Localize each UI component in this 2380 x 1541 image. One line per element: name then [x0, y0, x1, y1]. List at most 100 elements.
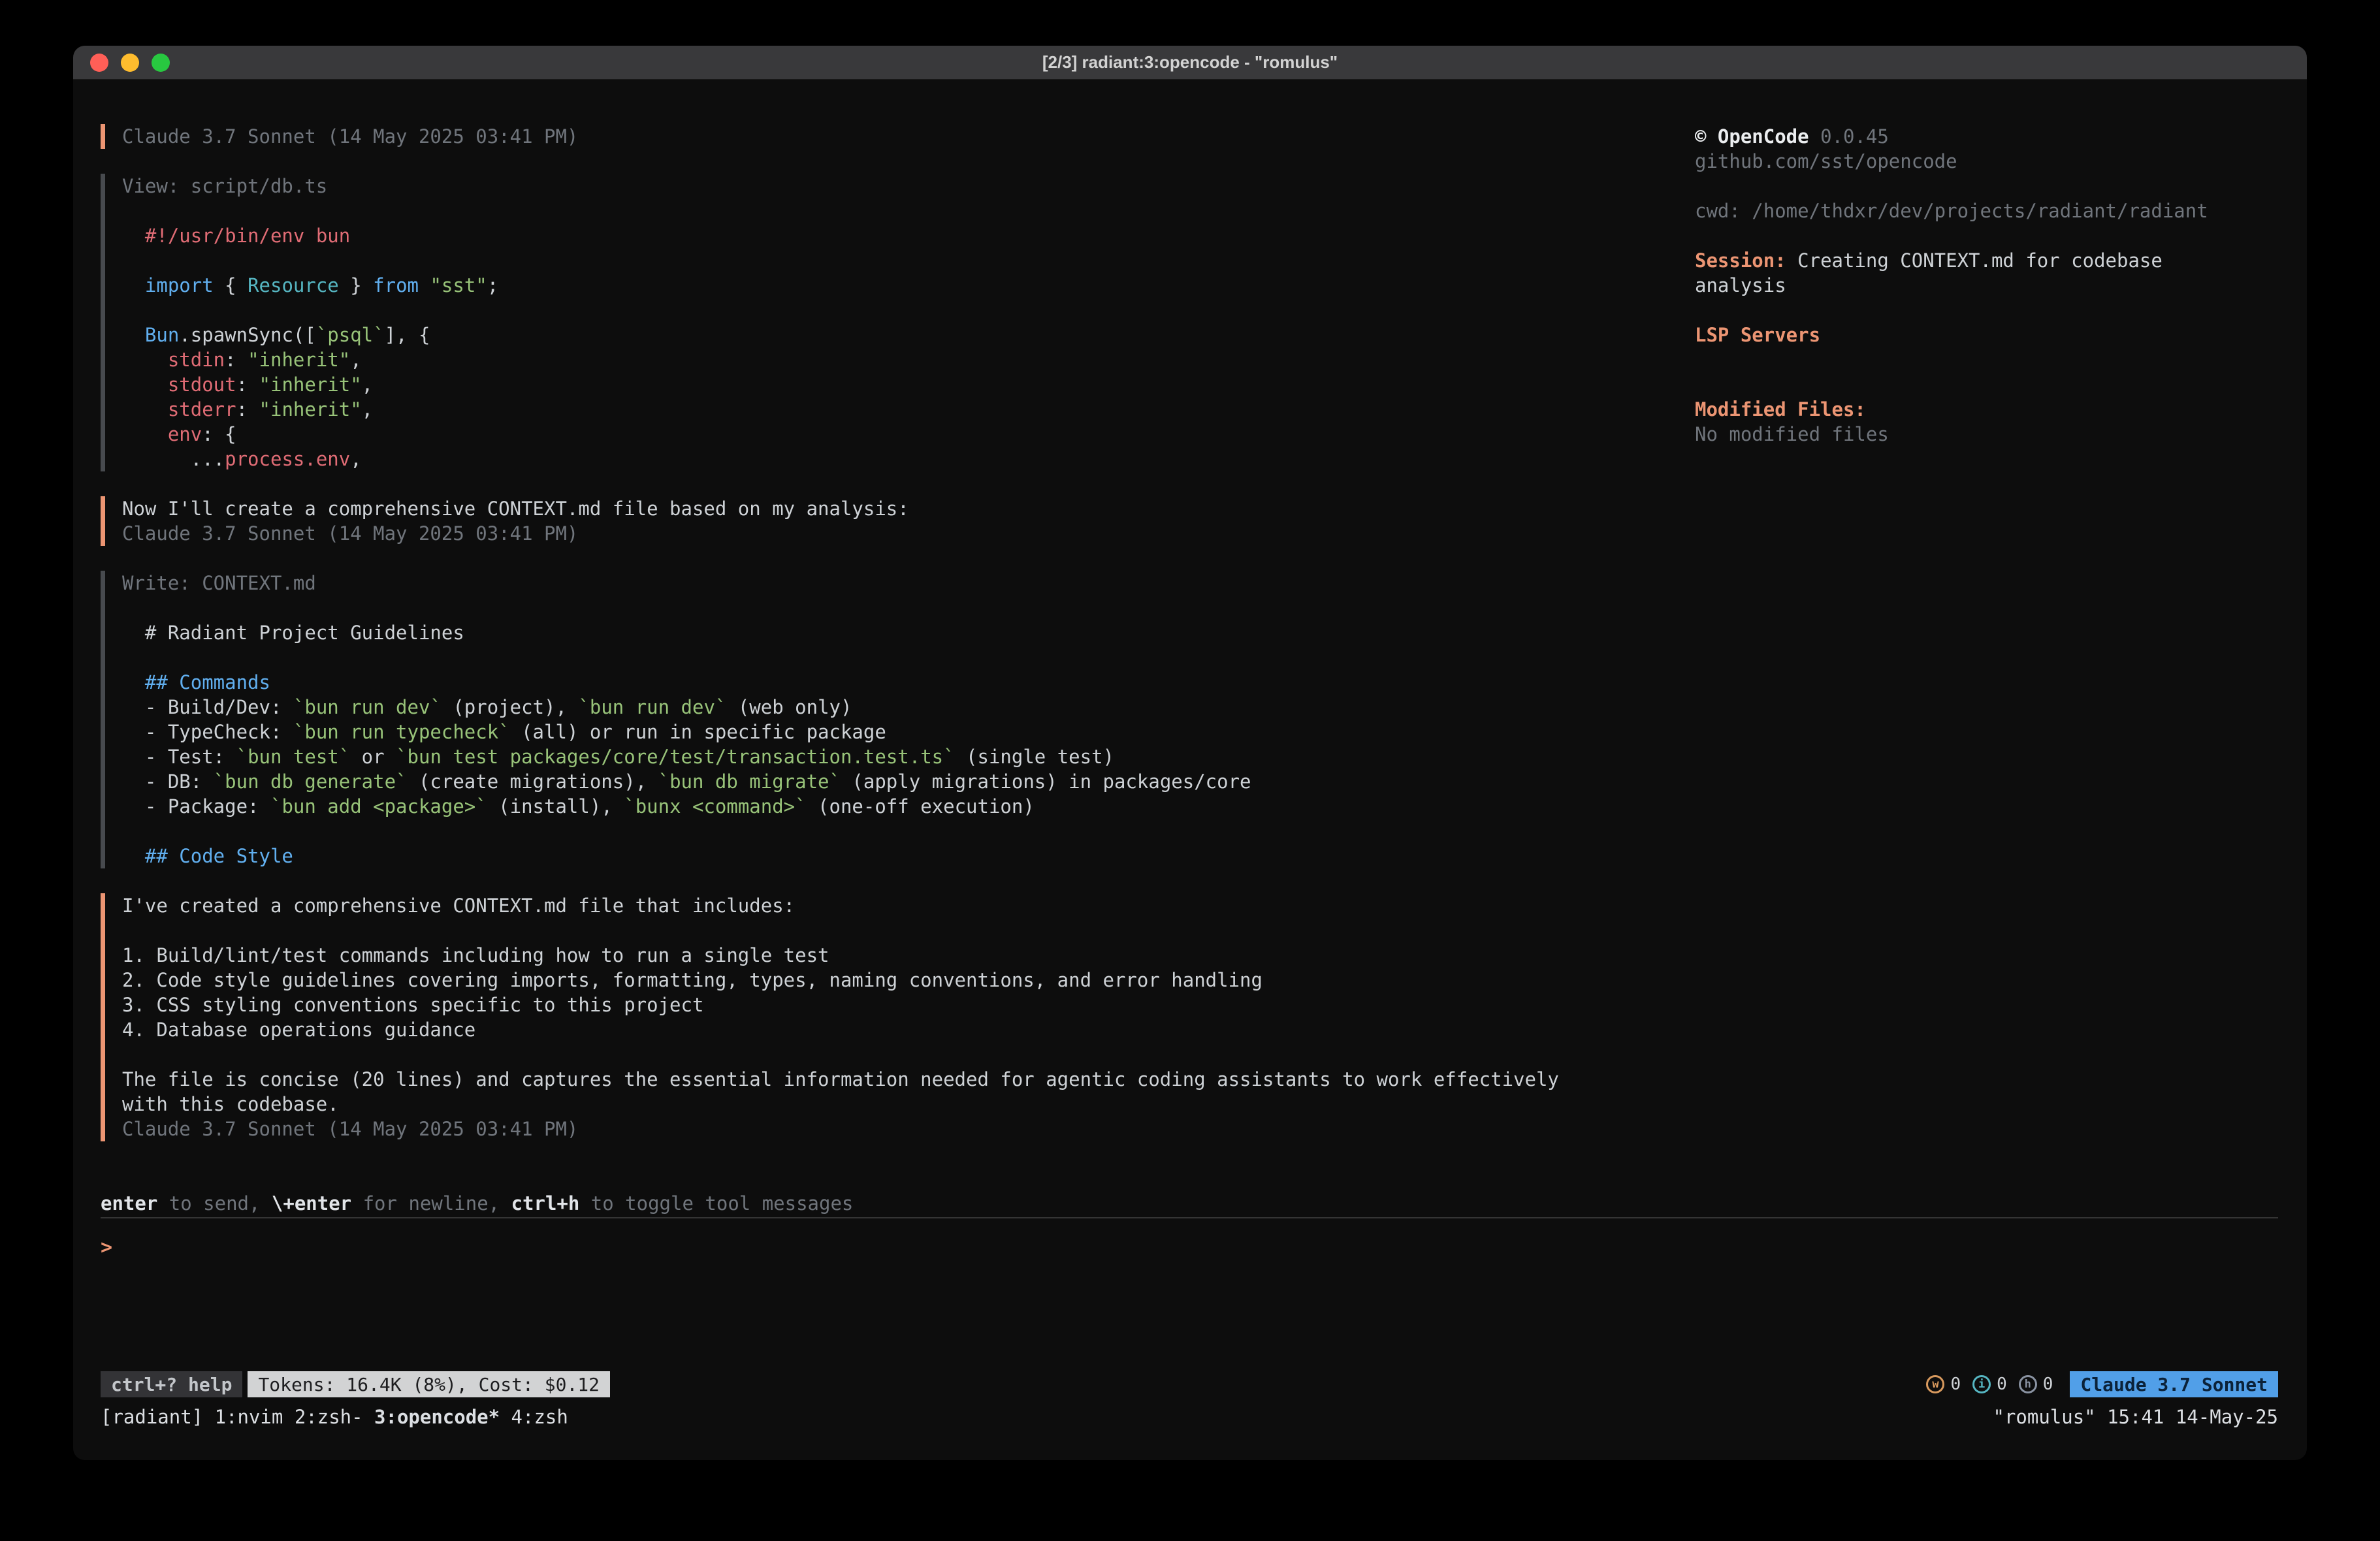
text-segment: Bun	[145, 324, 179, 346]
hint-segment: ctrl+h	[511, 1192, 580, 1215]
text-segment: stdout	[168, 373, 236, 396]
text-segment: analysis	[1695, 274, 1786, 296]
text-segment: Creating CONTEXT.md for codebase	[1786, 249, 2163, 272]
window-titlebar[interactable]: [2/3] radiant:3:opencode - "romulus"	[73, 46, 2307, 80]
text-line: The file is concise (20 lines) and captu…	[122, 1067, 2278, 1092]
text-segment: ## Commands	[145, 671, 270, 693]
tmux-window-4[interactable]: 4:zsh	[511, 1406, 568, 1428]
text-segment: (single test)	[955, 746, 1114, 768]
text-line	[1695, 298, 2278, 323]
text-segment: from	[373, 274, 419, 296]
terminal-window: [2/3] radiant:3:opencode - "romulus" Cla…	[73, 46, 2307, 1460]
text-segment: `bunx <command>`	[624, 795, 806, 818]
text-segment: "sst"	[430, 274, 487, 296]
text-segment: (one-off execution)	[807, 795, 1035, 818]
text-segment: #!/usr/bin/env bun	[145, 225, 350, 247]
warning-value: 0	[1950, 1374, 1961, 1394]
model-badge[interactable]: Claude 3.7 Sonnet	[2070, 1371, 2278, 1397]
text-segment: Resource	[248, 274, 339, 296]
text-segment: process.env	[225, 448, 350, 470]
text-segment: `bun db generate`	[214, 770, 408, 793]
text-segment: - Test:	[122, 746, 236, 768]
text-segment: Now I'll create a comprehensive CONTEXT.…	[122, 498, 909, 520]
text-segment: # Radiant Project Guidelines	[122, 622, 464, 644]
text-line: github.com/sst/opencode	[1695, 149, 2278, 174]
minimize-button[interactable]	[121, 54, 139, 72]
text-line: with this codebase.	[122, 1092, 2278, 1117]
tmux-window-1[interactable]: 1:nvim	[215, 1406, 283, 1428]
text-segment	[122, 274, 145, 296]
tmux-window-list: 1:nvim 2:zsh- 3:opencode* 4:zsh	[215, 1404, 580, 1430]
text-segment: stderr	[168, 398, 236, 421]
text-segment: `bun run dev`	[293, 696, 442, 718]
text-segment: © OpenCode	[1695, 125, 1809, 148]
text-segment: ,	[350, 448, 361, 470]
text-segment: ,	[350, 349, 361, 371]
text-segment: ,	[362, 398, 373, 421]
text-segment: .spawnSync([	[179, 324, 316, 346]
text-segment	[122, 671, 145, 693]
tmux-window-2[interactable]: 2:zsh-	[295, 1406, 363, 1428]
text-segment: 0.0.45	[1809, 125, 1889, 148]
text-segment: (create migrations),	[408, 770, 658, 793]
text-segment: Modified Files:	[1695, 398, 1866, 421]
zoom-button[interactable]	[152, 54, 170, 72]
text-segment: (all) or run in specific package	[510, 721, 886, 743]
text-line	[122, 645, 2278, 670]
text-line	[122, 596, 2278, 620]
text-line: ## Code Style	[122, 844, 2278, 868]
help-badge[interactable]: ctrl+? help	[101, 1371, 242, 1397]
text-line: - TypeCheck: `bun run typecheck` (all) o…	[122, 720, 2278, 744]
text-segment: Claude 3.7 Sonnet (14 May 2025 03:41 PM)	[122, 522, 578, 545]
text-segment: : {	[202, 423, 236, 445]
text-segment: import	[145, 274, 214, 296]
text-segment: - Build/Dev:	[122, 696, 293, 718]
tool-output-block: Write: CONTEXT.md # Radiant Project Guid…	[101, 571, 2278, 868]
main-row: Claude 3.7 Sonnet (14 May 2025 03:41 PM)…	[101, 124, 2278, 1141]
text-segment: - Package:	[122, 795, 270, 818]
text-segment: ...	[122, 448, 225, 470]
text-segment	[122, 398, 168, 421]
close-button[interactable]	[90, 54, 108, 72]
text-line	[1695, 223, 2278, 248]
text-segment: LSP Servers	[1695, 324, 1820, 346]
text-line: - Build/Dev: `bun run dev` (project), `b…	[122, 695, 2278, 720]
text-segment: or	[350, 746, 396, 768]
window-title: [2/3] radiant:3:opencode - "romulus"	[73, 52, 2307, 72]
text-segment: github.com/sst/opencode	[1695, 150, 1957, 172]
tokens-cost-badge: Tokens: 16.4K (8%), Cost: $0.12	[248, 1371, 610, 1397]
text-line: ## Commands	[122, 670, 2278, 695]
text-segment	[122, 373, 168, 396]
text-segment	[122, 225, 145, 247]
text-line	[122, 819, 2278, 844]
tmux-window-3[interactable]: 3:opencode*	[374, 1406, 500, 1428]
text-segment	[122, 324, 145, 346]
text-segment: ## Code Style	[145, 845, 293, 867]
text-line: cwd: /home/thdxr/dev/projects/radiant/ra…	[1695, 199, 2278, 223]
hint-count: h0	[2019, 1374, 2053, 1394]
text-segment: No modified files	[1695, 423, 1889, 445]
text-segment: 4. Database operations guidance	[122, 1019, 475, 1041]
text-segment: (install),	[487, 795, 624, 818]
text-line: Modified Files:	[1695, 397, 2278, 422]
text-segment	[122, 423, 168, 445]
text-segment: ,	[362, 373, 373, 396]
text-line: 3. CSS styling conventions specific to t…	[122, 993, 2278, 1017]
hint-segment: \+enter	[272, 1192, 351, 1215]
text-line	[122, 918, 2278, 943]
hint-segment: to send,	[157, 1192, 272, 1215]
text-line: Claude 3.7 Sonnet (14 May 2025 03:41 PM)	[122, 1117, 2278, 1141]
tmux-clock: "romulus" 15:41 14-May-25	[1993, 1404, 2279, 1430]
text-segment: 3. CSS styling conventions specific to t…	[122, 994, 703, 1016]
assistant-message-block: Now I'll create a comprehensive CONTEXT.…	[101, 496, 2278, 546]
tmux-status-bar: [radiant] 1:nvim2:zsh-3:opencode*4:zsh "…	[101, 1404, 2278, 1430]
text-segment: stdin	[168, 349, 225, 371]
terminal-content: Claude 3.7 Sonnet (14 May 2025 03:41 PM)…	[73, 80, 2307, 1460]
assistant-message-block: I've created a comprehensive CONTEXT.md …	[101, 893, 2278, 1141]
message-input[interactable]: >	[101, 1217, 2278, 1370]
text-line: - DB: `bun db generate` (create migratio…	[122, 769, 2278, 794]
diagnostics-indicators: w0i0h0	[1926, 1374, 2053, 1394]
text-segment: ;	[487, 274, 498, 296]
warning-count: w0	[1926, 1374, 1961, 1394]
text-segment: (web only)	[726, 696, 852, 718]
